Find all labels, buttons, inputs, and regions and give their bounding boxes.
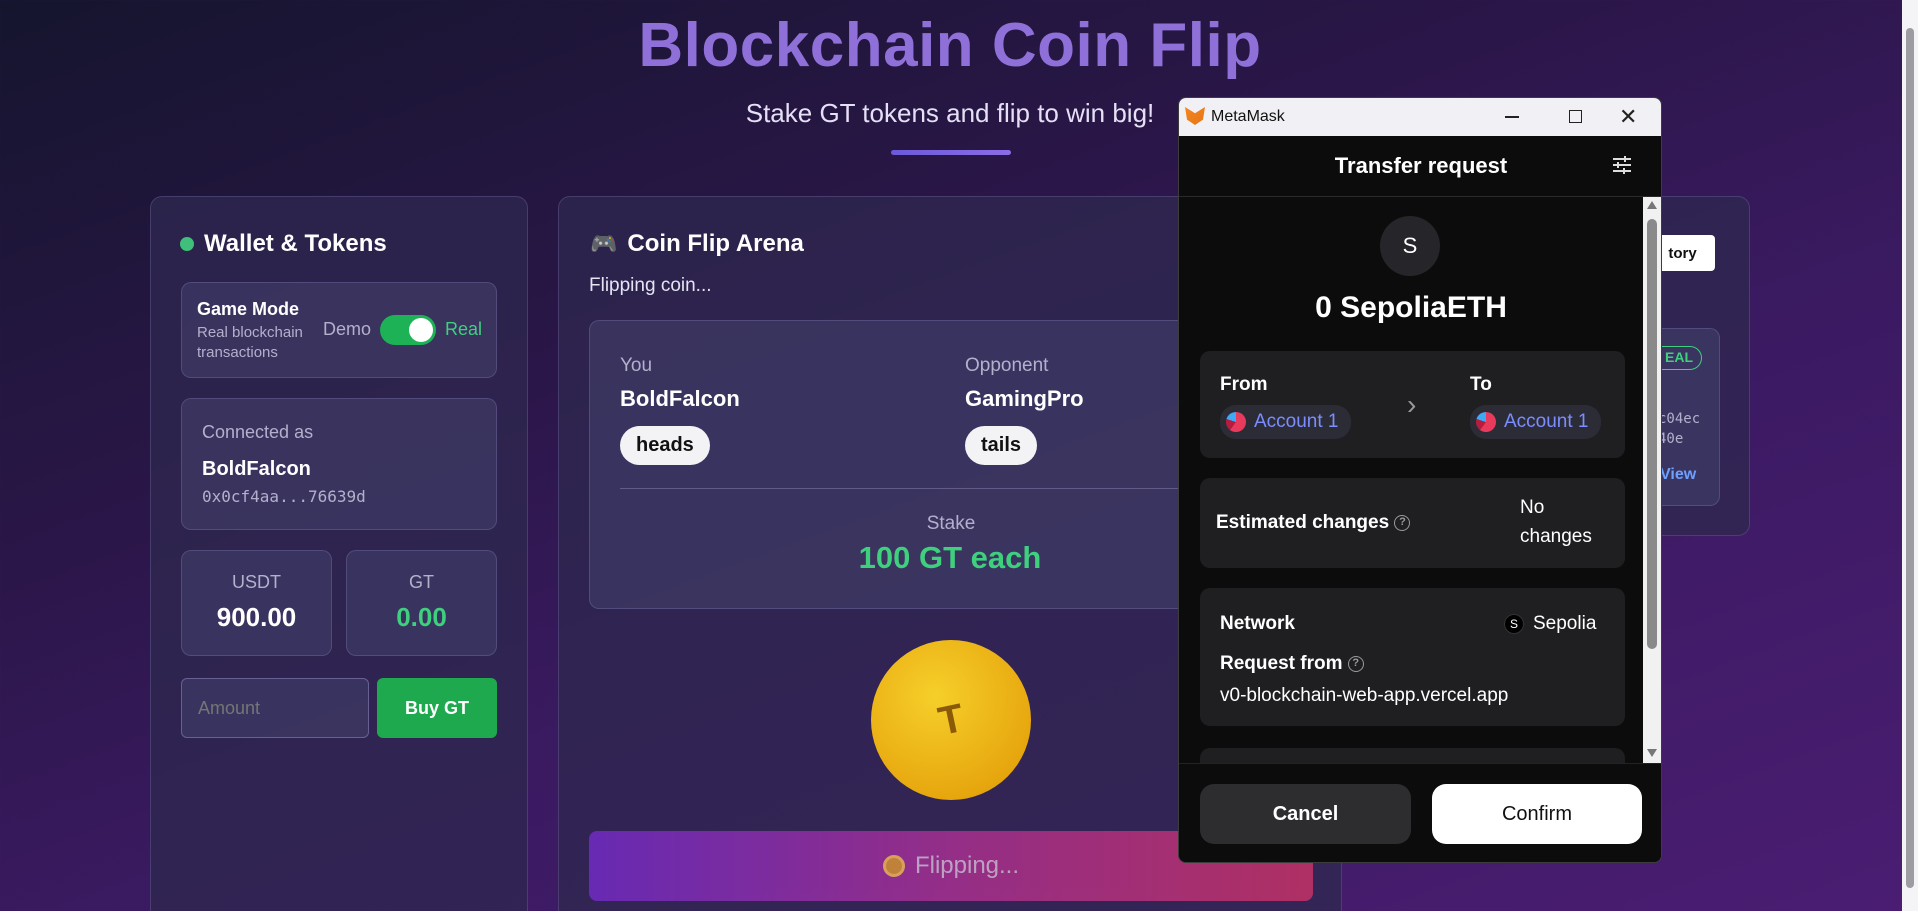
from-label: From xyxy=(1220,374,1268,395)
scroll-down-icon[interactable] xyxy=(1647,749,1657,757)
account-avatar-icon xyxy=(1476,412,1496,432)
estimated-changes-label: Estimated changes ? xyxy=(1216,512,1411,534)
page-title: Blockchain Coin Flip xyxy=(638,11,1262,80)
game-mode-desc-1: Real blockchain xyxy=(197,324,303,341)
page-scrollbar[interactable] xyxy=(1902,0,1918,911)
network-label: Network xyxy=(1220,613,1295,634)
close-icon[interactable]: ✕ xyxy=(1619,104,1637,130)
settings-sliders-icon[interactable] xyxy=(1611,154,1633,176)
request-from-text: Request from xyxy=(1220,653,1343,674)
page-scrollbar-thumb[interactable] xyxy=(1906,28,1914,888)
arena-heading: 🎮 Coin Flip Arena xyxy=(590,230,804,258)
game-mode-desc-2: transactions xyxy=(197,344,278,361)
request-from-label: Request from ? xyxy=(1220,653,1364,675)
usdt-value: 900.00 xyxy=(216,602,297,632)
to-account-pill[interactable]: Account 1 xyxy=(1470,405,1601,439)
game-mode-toggle[interactable] xyxy=(380,315,436,345)
mm-scrollbar[interactable] xyxy=(1643,197,1661,763)
metamask-window: MetaMask ✕ Transfer request S 0 SepoliaE… xyxy=(1178,97,1662,863)
confirm-button[interactable]: Confirm xyxy=(1432,784,1642,844)
wallet-heading-text: Wallet & Tokens xyxy=(204,230,387,257)
connected-label: Connected as xyxy=(202,422,314,442)
coin-letter: T xyxy=(934,695,968,744)
network-value: Sepolia xyxy=(1533,613,1597,634)
tx-hash-line-1: c04ec xyxy=(1658,411,1701,427)
flip-button-label: Flipping... xyxy=(914,852,1020,879)
amount-input[interactable] xyxy=(181,678,369,738)
coin: T xyxy=(871,640,1031,800)
opponent-label: Opponent xyxy=(965,355,1049,376)
mm-scrollbar-thumb[interactable] xyxy=(1647,219,1657,649)
maximize-icon[interactable] xyxy=(1569,110,1582,123)
opponent-name: GamingPro xyxy=(965,386,1084,411)
metamask-window-title: MetaMask xyxy=(1211,108,1285,125)
to-label: To xyxy=(1470,374,1492,395)
estimated-value-2: changes xyxy=(1520,526,1592,547)
you-label: You xyxy=(620,355,653,376)
mm-header: Transfer request xyxy=(1334,153,1508,178)
wallet-heading: Wallet & Tokens xyxy=(180,230,387,258)
to-account-name: Account 1 xyxy=(1504,411,1589,432)
arena-heading-text: Coin Flip Arena xyxy=(627,230,804,257)
minimize-icon[interactable] xyxy=(1505,116,1519,118)
arena-status: Flipping coin... xyxy=(589,275,712,296)
estimated-value-1: No xyxy=(1520,497,1545,518)
arrow-right-icon: › xyxy=(1407,389,1417,420)
request-from-value: v0-blockchain-web-app.vercel.app xyxy=(1220,685,1509,706)
cancel-button[interactable]: Cancel xyxy=(1200,784,1411,844)
mm-amount: 0 SepoliaETH xyxy=(1315,291,1507,324)
buy-gt-button[interactable]: Buy GT xyxy=(377,678,497,738)
usdt-label: USDT xyxy=(232,572,281,592)
you-name: BoldFalcon xyxy=(620,386,740,411)
toggle-knob xyxy=(409,318,433,342)
opponent-choice-badge: tails xyxy=(965,426,1038,465)
metamask-titlebar: MetaMask ✕ xyxy=(1179,98,1661,136)
coin-icon xyxy=(882,855,905,877)
info-icon[interactable]: ? xyxy=(1347,655,1364,672)
toggle-real-label: Real xyxy=(445,319,483,339)
game-mode-label: Game Mode xyxy=(197,299,300,319)
connected-username: BoldFalcon xyxy=(202,458,311,480)
title-underline xyxy=(891,150,1011,155)
gt-value: 0.00 xyxy=(396,602,447,632)
status-dot-icon xyxy=(180,237,194,251)
estimated-changes-text: Estimated changes xyxy=(1216,512,1390,533)
gamepad-icon: 🎮 xyxy=(590,231,618,256)
info-icon[interactable]: ? xyxy=(1394,514,1411,531)
mm-token-avatar: S xyxy=(1380,216,1440,276)
stake-label: Stake xyxy=(926,513,976,534)
gt-label: GT xyxy=(409,572,434,592)
network-avatar: S xyxy=(1504,614,1524,634)
next-section-peek xyxy=(1200,748,1625,764)
view-link[interactable]: View xyxy=(1660,466,1696,484)
account-avatar-icon xyxy=(1226,412,1246,432)
mm-header-divider xyxy=(1179,196,1661,197)
from-account-name: Account 1 xyxy=(1254,411,1339,432)
wallet-address: 0x0cf4aa...76639d xyxy=(202,487,366,506)
stake-value: 100 GT each xyxy=(858,540,1042,575)
scroll-up-icon[interactable] xyxy=(1647,201,1657,209)
fox-icon xyxy=(1185,107,1205,125)
toggle-demo-label: Demo xyxy=(323,319,372,339)
from-account-pill[interactable]: Account 1 xyxy=(1220,405,1351,439)
you-choice-badge: heads xyxy=(620,426,710,465)
